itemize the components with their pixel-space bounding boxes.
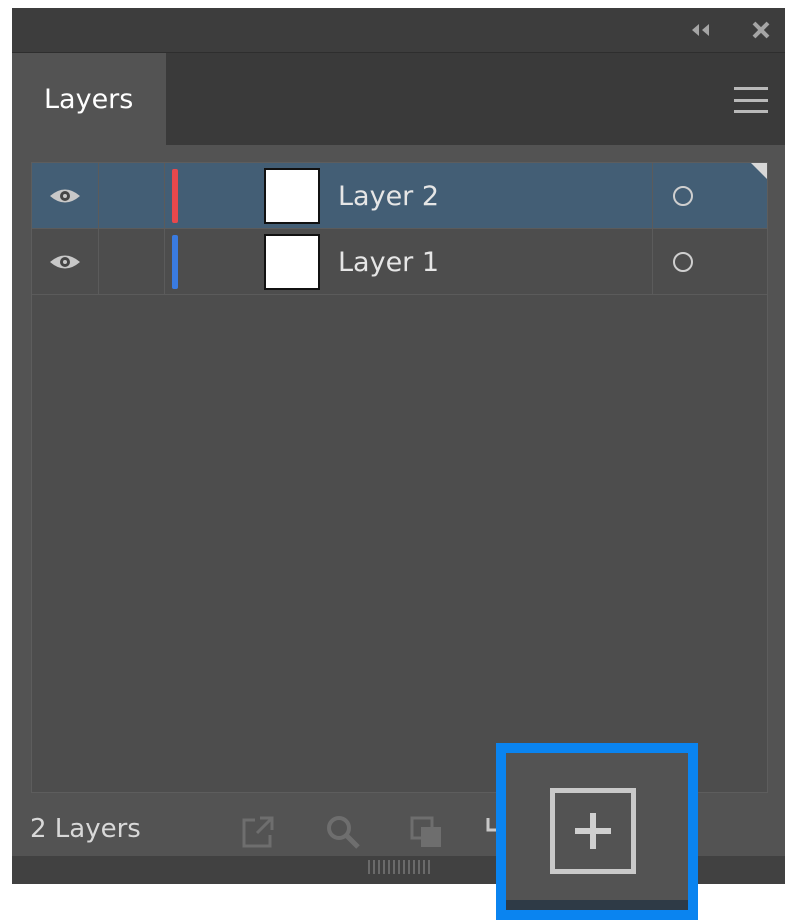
layer-row-layer-1[interactable]: Layer 1 (32, 229, 767, 295)
target-toggle[interactable] (652, 163, 767, 229)
layer-name[interactable]: Layer 1 (338, 229, 439, 295)
new-layer-highlight (496, 743, 698, 920)
eye-icon (50, 255, 80, 269)
panel-title-bar (12, 8, 785, 52)
layer-row-layer-2[interactable]: Layer 2 (32, 163, 767, 229)
layer-count: 2 Layers (30, 814, 141, 844)
layer-color-indicator (172, 235, 178, 289)
double-chevron-left-icon[interactable] (686, 16, 716, 44)
target-circle-icon (673, 252, 693, 272)
hamburger-menu-icon[interactable] (734, 83, 768, 117)
selected-layer-indicator (751, 163, 767, 179)
button-bottom-strip (506, 900, 688, 910)
tab-layers-label: Layers (44, 84, 134, 115)
clipping-mask-icon[interactable] (408, 814, 444, 850)
visibility-toggle[interactable] (32, 163, 99, 229)
layer-color-indicator (172, 169, 178, 223)
layer-thumbnail (264, 234, 320, 290)
layer-name[interactable]: Layer 2 (338, 163, 439, 229)
close-icon[interactable] (746, 16, 776, 44)
target-circle-icon (673, 186, 693, 206)
export-icon[interactable] (240, 814, 276, 850)
panel-tab-bar: Layers (12, 52, 785, 146)
new-layer-plus-icon[interactable] (550, 788, 636, 874)
layer-thumbnail (264, 168, 320, 224)
lock-toggle[interactable] (99, 163, 165, 229)
visibility-toggle[interactable] (32, 229, 99, 295)
target-toggle[interactable] (652, 229, 767, 295)
resize-grip (368, 860, 430, 874)
panel-content: Layer 2 Layer 1 (12, 145, 785, 802)
eye-icon (50, 189, 80, 203)
lock-toggle[interactable] (99, 229, 165, 295)
search-icon[interactable] (325, 814, 361, 850)
layers-list: Layer 2 Layer 1 (31, 162, 768, 793)
tab-layers[interactable]: Layers (12, 53, 166, 146)
